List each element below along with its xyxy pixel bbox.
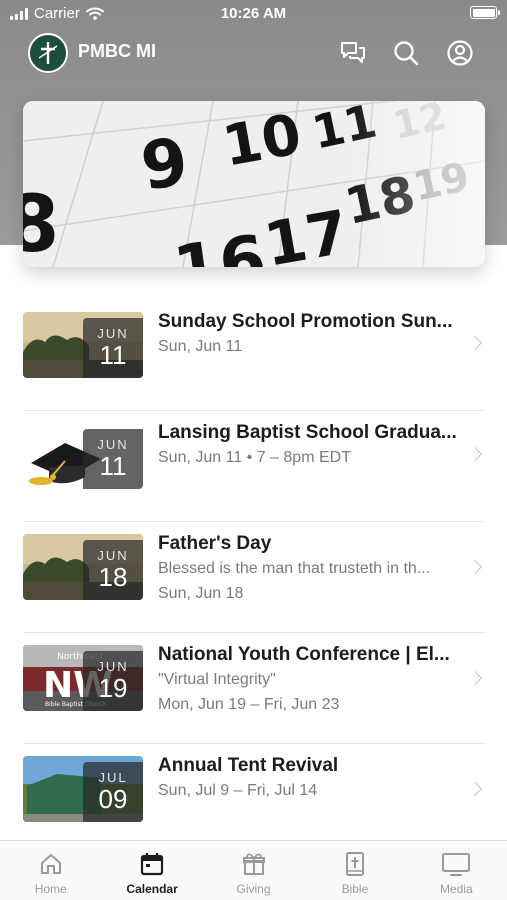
event-thumbnail: JUL 09 (23, 756, 143, 822)
tab-bar: Home Calendar Giving Bible Media (0, 840, 507, 900)
tab-label: Home (34, 882, 67, 896)
app-screen: Carrier 10:26 AM PMBC MI JUN 11 Sunday S… (0, 0, 507, 900)
home-icon (40, 854, 61, 874)
event-month: JUN (97, 659, 129, 674)
chevron-right-icon (467, 446, 483, 462)
event-date-badge: JUN 18 (83, 540, 143, 600)
event-date-range: Mon, Jun 19 – Fri, Jun 23 (158, 696, 340, 713)
event-date-badge: JUN 19 (83, 651, 143, 711)
event-date-badge: JUN 11 (83, 429, 143, 489)
tab-media[interactable]: Media (406, 841, 507, 900)
tv-icon (442, 853, 471, 876)
event-date-badge: JUL 09 (83, 762, 143, 822)
event-thumbnail: NW Northwest Bible Baptist Church JUN 19 (23, 645, 143, 711)
tab-home[interactable]: Home (0, 841, 101, 900)
event-day: 11 (99, 451, 127, 481)
chevron-right-icon (467, 335, 483, 351)
event-day: 09 (98, 784, 128, 814)
event-month: JUN (97, 548, 129, 563)
event-day: 19 (98, 673, 128, 703)
gift-icon (242, 853, 265, 875)
cross-logo-icon[interactable] (28, 33, 68, 73)
event-day: 18 (98, 562, 128, 592)
featured-calendar-image[interactable]: 8 9 10 11 12 16 17 18 19 (23, 101, 485, 267)
tab-label: Bible (341, 882, 369, 896)
event-title: Father's Day (158, 533, 272, 554)
event-month: JUN (97, 326, 129, 341)
event-date-range: Sun, Jun 11 (158, 338, 243, 355)
chevron-right-icon (467, 670, 483, 686)
clock: 10:26 AM (220, 5, 287, 22)
tab-label: Giving (236, 882, 271, 896)
search-icon[interactable] (391, 38, 421, 68)
event-title: Annual Tent Revival (158, 755, 339, 776)
event-month: JUL (98, 770, 128, 785)
event-date-range: Sun, Jun 18 (158, 585, 244, 602)
event-subtitle: "Virtual Integrity" (158, 671, 276, 688)
tab-bible[interactable]: Bible (304, 841, 405, 900)
event-row[interactable]: JUN 18 Father's Day Blessed is the man t… (23, 522, 485, 633)
tab-giving[interactable]: Giving (203, 841, 304, 900)
event-title: Sunday School Promotion Sun... (158, 311, 453, 332)
event-row[interactable]: JUL 09 Annual Tent Revival Sun, Jul 9 – … (23, 744, 485, 855)
event-date-badge: JUN 11 (83, 318, 143, 378)
event-thumbnail: JUN 11 (23, 312, 143, 378)
chevron-right-icon (467, 559, 483, 575)
tab-calendar[interactable]: Calendar (101, 841, 202, 900)
event-title: National Youth Conference | El... (158, 644, 450, 665)
event-day: 11 (99, 340, 127, 370)
event-row[interactable]: JUN 11 Lansing Baptist School Gradua... … (23, 411, 485, 522)
chevron-right-icon (467, 781, 483, 797)
event-subtitle: Blessed is the man that trusteth in th..… (158, 560, 431, 577)
event-row[interactable]: NW Northwest Bible Baptist Church JUN 19… (23, 633, 485, 744)
battery-icon (470, 6, 500, 19)
bible-icon (345, 852, 364, 876)
app-bar: PMBC MI (0, 30, 507, 76)
event-thumbnail: JUN 18 (23, 534, 143, 600)
event-thumbnail: JUN 11 (23, 423, 143, 489)
account-icon[interactable] (445, 38, 475, 68)
app-title: PMBC MI (78, 41, 156, 61)
event-date-range: Sun, Jul 9 – Fri, Jul 14 (158, 782, 318, 799)
event-title: Lansing Baptist School Gradua... (158, 422, 457, 443)
status-bar: Carrier 10:26 AM (0, 0, 507, 30)
event-date-range: Sun, Jun 11 • 7 – 8pm EDT (158, 449, 351, 466)
event-row[interactable]: JUN 11 Sunday School Promotion Sun... Su… (23, 300, 485, 411)
tab-label: Media (439, 882, 473, 896)
tab-label: Calendar (126, 882, 178, 896)
chat-bubbles-icon[interactable] (338, 38, 368, 68)
event-month: JUN (97, 437, 129, 452)
calendar-icon (141, 853, 164, 876)
